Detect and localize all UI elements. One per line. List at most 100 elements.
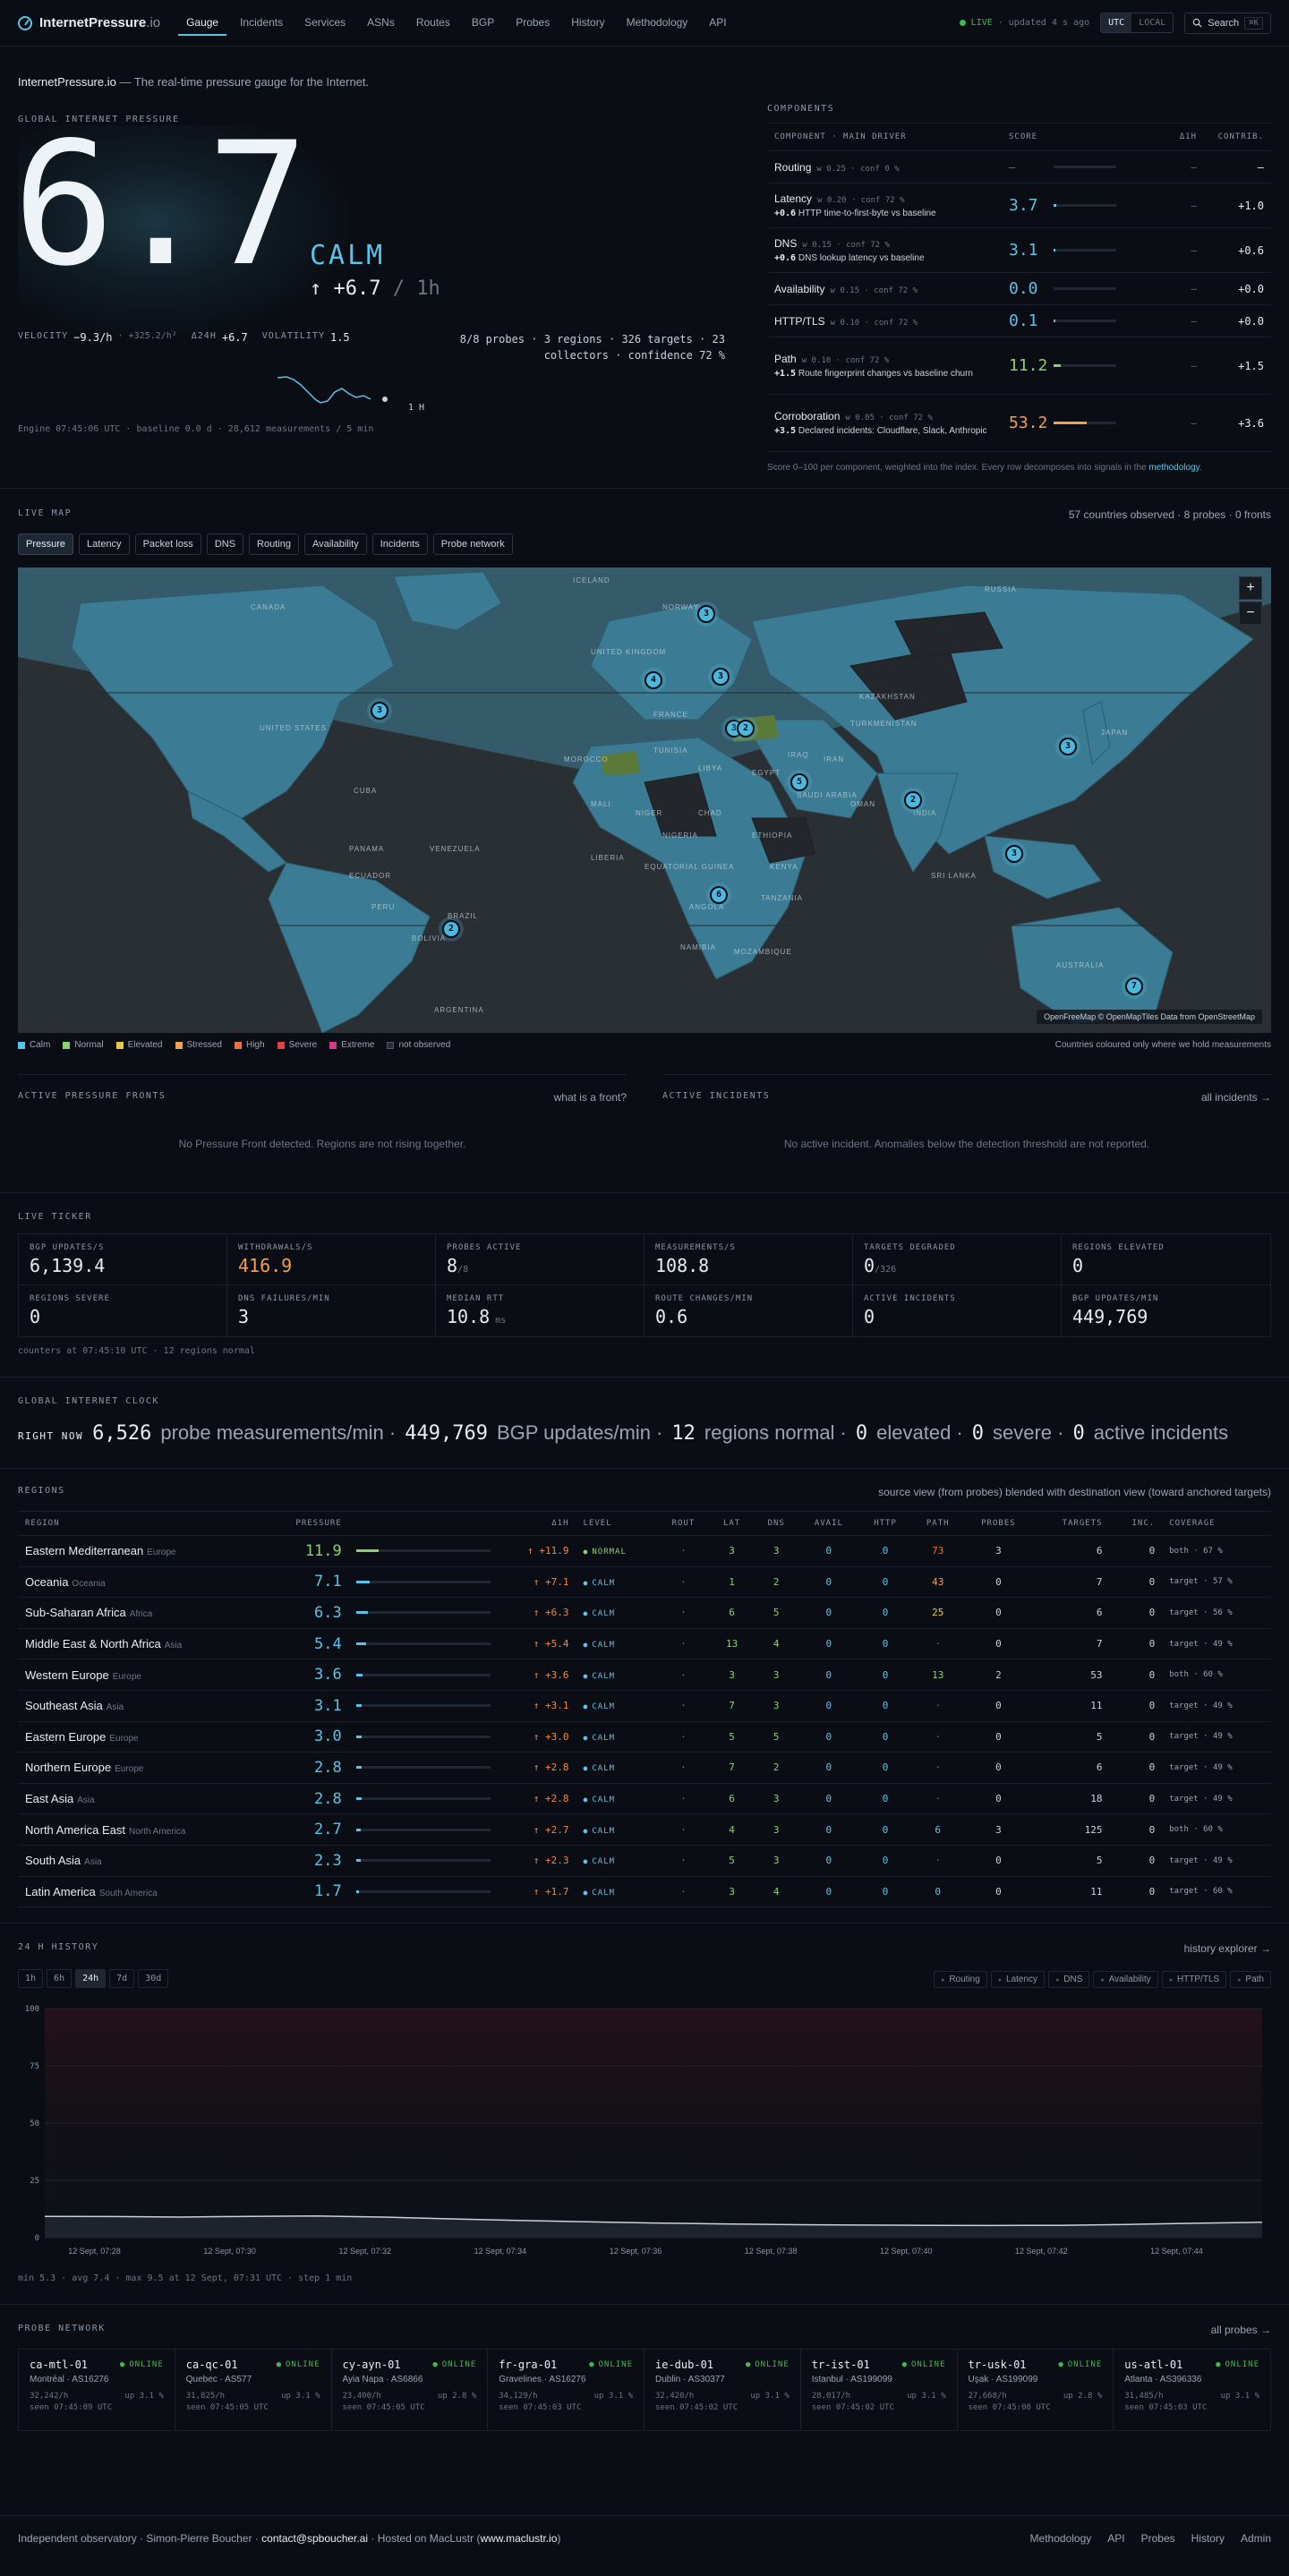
probe-cluster-marker[interactable]: 5 [790, 773, 808, 791]
all-incidents-link[interactable]: all incidents → [1201, 1091, 1271, 1104]
probe-card-tr-usk-01[interactable]: tr-usk-01 ONLINE Uşak · AS199099 27,668/h up… [958, 2350, 1114, 2430]
regions-col-header[interactable]: PRESSURE [263, 1511, 349, 1536]
regions-col-header[interactable]: PROBES [964, 1511, 1033, 1536]
regions-col-header[interactable]: ROUT [657, 1511, 710, 1536]
component-row-routing[interactable]: Routing w 0.25 · conf 0 % — — — [767, 151, 1271, 183]
component-row-latency[interactable]: Latency w 0.20 · conf 72 % +0.6 HTTP time-… [767, 183, 1271, 228]
probe-card-fr-gra-01[interactable]: fr-gra-01 ONLINEGravelines · AS16276 34,12… [488, 2350, 644, 2430]
tz-utc-button[interactable]: UTC [1101, 13, 1132, 32]
map-tab-probe-network[interactable]: Probe network [432, 533, 513, 555]
nav-methodology[interactable]: Methodology [619, 11, 696, 36]
footer-link-api[interactable]: API [1107, 2532, 1124, 2545]
region-row-eastern-mediterranean[interactable]: Eastern MediterraneanEurope 11.9 ↑ +11.9 NO… [18, 1535, 1271, 1567]
nav-bgp[interactable]: BGP [464, 11, 502, 36]
footer-link-history[interactable]: History [1191, 2532, 1225, 2545]
series-toggle-routing[interactable]: Routing [934, 1971, 987, 1988]
regions-col-header[interactable]: DNS [754, 1511, 799, 1536]
probe-cluster-marker[interactable]: 3 [697, 605, 715, 623]
series-toggle-availability[interactable]: Availability [1093, 1971, 1158, 1988]
regions-col-header[interactable]: HTTP [858, 1511, 912, 1536]
series-toggle-latency[interactable]: Latency [990, 1971, 1046, 1988]
region-row-oceania[interactable]: OceaniaOceania7.1↑ +7.1CALM·120043070tar… [18, 1566, 1271, 1599]
footer-link-admin[interactable]: Admin [1241, 2532, 1271, 2545]
footer-link-probes[interactable]: Probes [1141, 2532, 1175, 2545]
nav-api[interactable]: API [701, 11, 734, 36]
map-tab-routing[interactable]: Routing [249, 533, 299, 555]
probe-card-ca-qc-01[interactable]: ca-qc-01 ONLINE Quebec · AS577 31,825/h up 3… [175, 2350, 332, 2430]
region-row-western-europe[interactable]: Western EuropeEurope3.6↑ +3.6CALM·330013… [18, 1659, 1271, 1691]
regions-col-header[interactable]: AVAIL [798, 1511, 859, 1536]
zoom-out-button[interactable]: − [1239, 601, 1262, 625]
probe-cluster-marker[interactable]: 7 [1125, 977, 1143, 995]
contact-email-link[interactable]: contact@spboucher.ai [261, 2532, 368, 2545]
region-row-north-america-east[interactable]: North America East North America 2.7 ↑ +2.7… [18, 1813, 1271, 1846]
map-tab-incidents[interactable]: Incidents [371, 533, 428, 555]
regions-col-header[interactable]: LEVEL [576, 1511, 658, 1536]
regions-col-header[interactable]: LAT [709, 1511, 755, 1536]
host-link[interactable]: www.maclustr.io [480, 2532, 557, 2545]
probe-card-ie-dub-01[interactable]: ie-dub-01 ONLINE Dublin · AS30377 32,420/h u… [644, 2350, 801, 2430]
probe-cluster-marker[interactable]: 6 [710, 886, 728, 904]
component-row-http-tls[interactable]: HTTP/TLS w 0.10 · conf 72 % 0.1 — +0.0 [767, 305, 1271, 337]
brand[interactable]: InternetPressure.io [18, 15, 160, 30]
component-row-corroboration[interactable]: Corroboration w 0.05 · conf 72 % +3.5 Decl… [767, 395, 1271, 452]
probe-card-us-atl-01[interactable]: us-atl-01 ONLINE Atlanta · AS396336 31,485/… [1114, 2350, 1270, 2430]
map-attribution[interactable]: OpenFreeMap © OpenMapTiles Data from Ope… [1037, 1010, 1262, 1024]
probe-cluster-marker[interactable]: 2 [737, 720, 755, 738]
nav-asns[interactable]: ASNs [359, 11, 403, 36]
range-tab-30d[interactable]: 30d [138, 1969, 169, 1988]
series-toggle-http-tls[interactable]: HTTP/TLS [1161, 1971, 1227, 1988]
nav-routes[interactable]: Routes [408, 11, 458, 36]
map-tab-dns[interactable]: DNS [206, 533, 244, 555]
region-row-middle-east-north-africa[interactable]: Middle East & North AfricaAsia 5.4 ↑ +5.4 C… [18, 1628, 1271, 1660]
regions-col-header[interactable] [348, 1511, 498, 1536]
region-row-south-asia[interactable]: South AsiaAsia2.3↑ +2.3CALM·5300·050targ… [18, 1845, 1271, 1877]
region-row-southeast-asia[interactable]: Southeast AsiaAsia3.1↑ +3.1CALM·7300·011… [18, 1690, 1271, 1722]
nav-gauge[interactable]: Gauge [178, 11, 227, 36]
methodology-link[interactable]: methodology [1148, 463, 1199, 473]
regions-col-header[interactable]: Δ1H [497, 1511, 576, 1536]
regions-col-header[interactable]: COVERAGE [1162, 1511, 1271, 1536]
region-row-northern-europe[interactable]: Northern EuropeEurope2.8↑ +2.8CALM·7200·… [18, 1752, 1271, 1784]
probe-cluster-marker[interactable]: 3 [1005, 845, 1023, 863]
component-row-path[interactable]: Path w 0.10 · conf 72 % +1.5 Route fingerp… [767, 337, 1271, 395]
component-row-dns[interactable]: DNS w 0.15 · conf 72 % +0.6 DNS lookup lat… [767, 228, 1271, 273]
regions-col-header[interactable]: TARGETS [1032, 1511, 1110, 1536]
map-tab-latency[interactable]: Latency [79, 533, 130, 555]
component-row-availability[interactable]: Availability w 0.15 · conf 72 % 0.0 — +0.0 [767, 273, 1271, 305]
map-tab-availability[interactable]: Availability [303, 533, 367, 555]
map-tab-packet-loss[interactable]: Packet loss [134, 533, 201, 555]
all-probes-link[interactable]: all probes → [1211, 2324, 1271, 2336]
region-row-sub-saharan-africa[interactable]: Sub-Saharan AfricaAfrica6.3↑ +6.3CALM·65… [18, 1597, 1271, 1629]
world-map[interactable]: CANADA UNITED STATES CUBA PANAMA VENEZUELA EC… [18, 567, 1271, 1033]
tz-local-button[interactable]: LOCAL [1131, 13, 1173, 32]
region-row-latin-america[interactable]: Latin AmericaSouth America 1.7 ↑ +1.7 CALM ·… [18, 1876, 1271, 1908]
probe-cluster-marker[interactable]: 2 [442, 920, 460, 938]
search-button[interactable]: Search ⌘K [1184, 12, 1271, 34]
range-tab-1h[interactable]: 1h [18, 1969, 44, 1988]
range-tab-24h[interactable]: 24h [75, 1969, 107, 1988]
probe-cluster-marker[interactable]: 2 [904, 791, 922, 809]
zoom-in-button[interactable]: + [1239, 576, 1262, 600]
probe-cluster-marker[interactable]: 4 [644, 671, 662, 689]
regions-col-header[interactable]: PATH [911, 1511, 965, 1536]
region-row-eastern-europe[interactable]: Eastern EuropeEurope3.0↑ +3.0CALM·5500·0… [18, 1721, 1271, 1753]
probe-cluster-marker[interactable]: 3 [712, 668, 730, 686]
series-toggle-path[interactable]: Path [1230, 1971, 1271, 1988]
range-tab-6h[interactable]: 6h [47, 1969, 73, 1988]
region-row-east-asia[interactable]: East AsiaAsia2.8↑ +2.8CALM·6300·0180targ… [18, 1783, 1271, 1815]
probe-cluster-marker[interactable]: 3 [1059, 738, 1077, 755]
probe-cluster-marker[interactable]: 3 [371, 702, 388, 720]
probe-card-cy-ayn-01[interactable]: cy-ayn-01 ONLINE Ayia Napa · AS6866 23,400/… [332, 2350, 489, 2430]
probe-card-ca-mtl-01[interactable]: ca-mtl-01 ONLINE Montréal · AS16276 32,242/… [19, 2350, 175, 2430]
map-tab-pressure[interactable]: Pressure [18, 533, 74, 555]
regions-col-header[interactable]: REGION [18, 1511, 264, 1536]
nav-probes[interactable]: Probes [508, 11, 558, 36]
regions-col-header[interactable]: INC. [1109, 1511, 1163, 1536]
probe-card-tr-ist-01[interactable]: tr-ist-01 ONLINE Istanbul · AS199099 28,017… [801, 2350, 958, 2430]
nav-services[interactable]: Services [296, 11, 354, 36]
what-is-front-link[interactable]: what is a front? [554, 1091, 627, 1104]
nav-history[interactable]: History [563, 11, 612, 36]
footer-link-methodology[interactable]: Methodology [1030, 2532, 1092, 2545]
history-explorer-link[interactable]: history explorer → [1184, 1942, 1271, 1955]
